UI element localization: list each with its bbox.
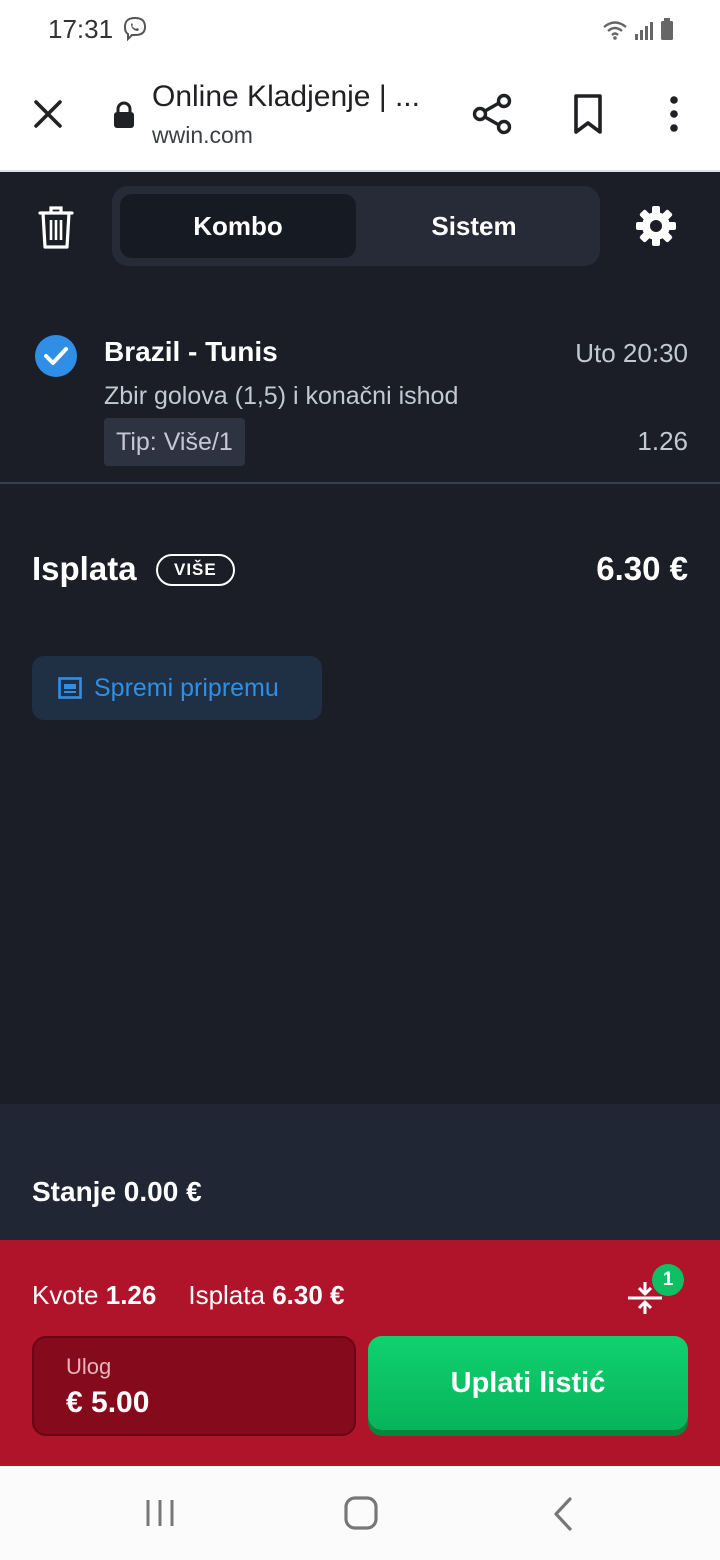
trash-icon[interactable] [36,204,76,250]
checkmark-icon[interactable] [34,334,78,378]
match-name: Brazil - Tunis [104,336,278,367]
home-icon[interactable] [344,1496,378,1530]
payout-summary-label: Isplata [188,1280,265,1310]
match-time: Uto 20:30 [575,338,688,368]
wifi-icon [603,21,627,40]
close-icon[interactable] [28,94,68,134]
stake-value[interactable]: € 5.00 [66,1386,149,1420]
save-draft-button[interactable]: Spremi pripremu [32,656,322,720]
more-options-icon[interactable] [660,94,688,134]
market-name: Zbir golova (1,5) i konačni ishod [104,382,459,410]
page-title[interactable]: Online Kladjenje | ... [152,80,437,114]
tab-sistem[interactable]: Sistem [356,194,592,258]
save-draft-label: Spremi pripremu [94,673,279,702]
balance-panel: Stanje 0.00 € [0,1104,720,1240]
payout-summary-value: 6.30 € [272,1280,345,1310]
payout-summary: Isplata 6.30 € [188,1280,344,1311]
stake-label: Ulog [66,1354,112,1379]
balance-text: Stanje 0.00 € [32,1176,202,1207]
selection-odd: 1.26 [637,426,688,456]
signal-icon [635,22,653,40]
selection-count-badge: 1 [652,1264,684,1296]
betslip-header: Kombo Sistem [0,172,720,292]
stake-input[interactable]: Ulog € 5.00 [32,1336,356,1436]
payout-value: 6.30 € [596,550,688,587]
more-badge[interactable]: VIŠE [156,554,235,586]
battery-icon [661,18,673,40]
bet-selection[interactable]: Brazil - Tunis Uto 20:30 Zbir golova (1,… [0,312,720,484]
status-time: 17:31 [48,14,114,44]
odds-value: 1.26 [105,1280,157,1310]
betslip-footer: Kvote 1.26 Isplata 6.30 € 1 Ulog € 5.00 … [0,1240,720,1466]
recent-apps-icon[interactable] [144,1498,176,1528]
lock-icon [114,101,134,128]
tab-kombo[interactable]: Kombo [120,194,356,258]
system-nav-bar [0,1466,720,1560]
summary-row: Kvote 1.26 Isplata 6.30 € [32,1280,344,1311]
status-bar: 17:31 [0,0,720,60]
viber-icon [123,16,147,42]
browser-toolbar: Online Kladjenje | ... wwin.com [0,60,720,172]
odds-label: Kvote [32,1280,99,1310]
draft-icon [58,677,82,699]
share-icon[interactable] [470,92,514,136]
payout-label: Isplata [32,550,137,587]
back-icon[interactable] [550,1496,576,1532]
tip-chip: Tip: Više/1 [104,418,245,466]
status-icons [602,18,674,40]
gear-icon[interactable] [634,204,678,248]
odds-summary: Kvote 1.26 [32,1280,156,1311]
place-bet-button[interactable]: Uplati listić [368,1336,688,1430]
payout-row: Isplata VIŠE 6.30 € [0,540,720,604]
page-url[interactable]: wwin.com [152,122,253,149]
bet-type-toggle: Kombo Sistem [112,186,600,266]
bookmark-icon[interactable] [568,92,608,136]
